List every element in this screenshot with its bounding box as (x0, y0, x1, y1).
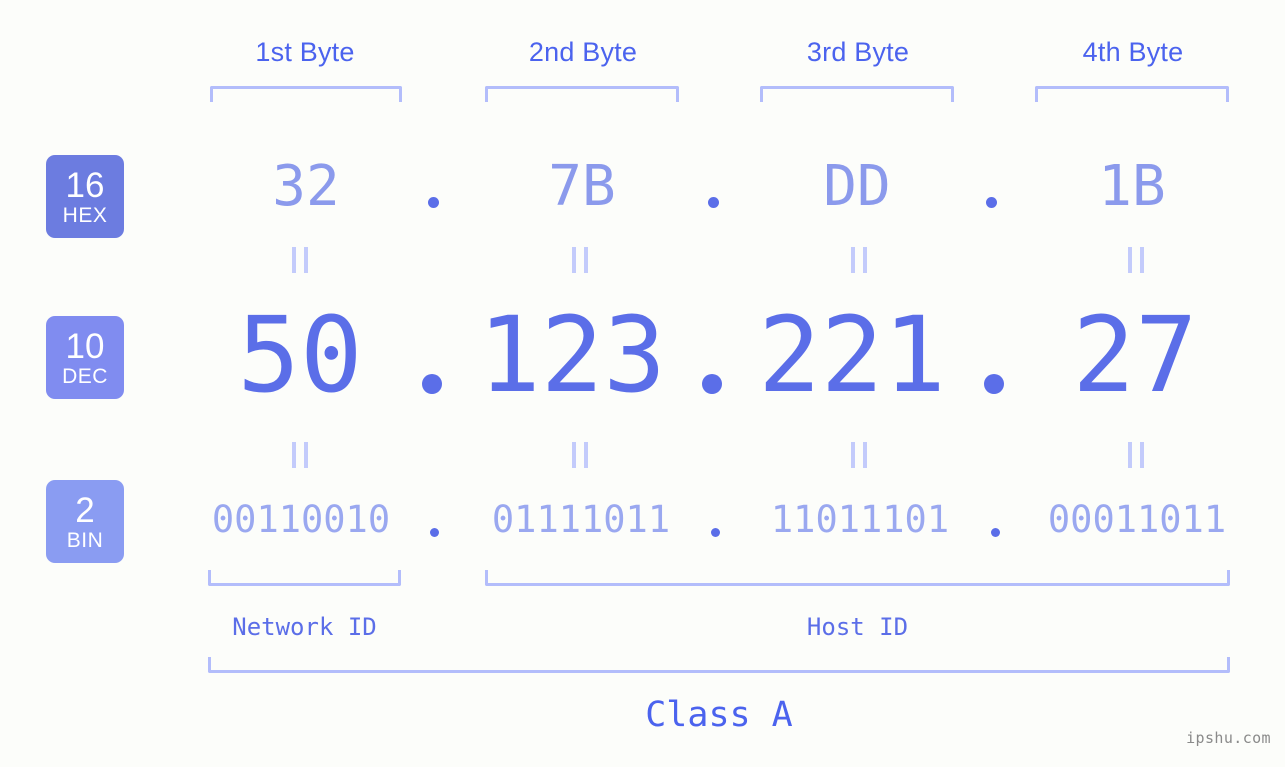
bin-byte-1: 00110010 (211, 498, 391, 541)
byte-header-1: 1st Byte (255, 37, 355, 67)
equals-marker-hex-dec-1 (292, 247, 308, 273)
base-badge-hex-label: HEX (62, 204, 108, 227)
byte-header-2: 2nd Byte (528, 37, 638, 67)
bin-dot-2 (711, 528, 720, 537)
bin-byte-2: 01111011 (491, 498, 671, 541)
equals-marker-dec-bin-2 (572, 442, 588, 468)
hex-dot-2 (708, 197, 719, 208)
hex-byte-1: 32 (272, 154, 340, 219)
dec-byte-3: 221 (758, 294, 946, 416)
dec-byte-1: 50 (237, 294, 363, 416)
host-id-label: Host ID (806, 613, 909, 641)
byte-bracket-4 (1035, 86, 1229, 102)
byte-bracket-2 (485, 86, 679, 102)
equals-marker-dec-bin-1 (292, 442, 308, 468)
byte-header-4: 4th Byte (1082, 37, 1184, 67)
bin-byte-3: 11011101 (770, 498, 950, 541)
dec-byte-2: 123 (478, 294, 666, 416)
equals-marker-hex-dec-2 (572, 247, 588, 273)
hex-byte-3: DD (823, 154, 891, 219)
byte-bracket-3 (760, 86, 954, 102)
equals-marker-hex-dec-4 (1128, 247, 1144, 273)
base-badge-dec-number: 10 (65, 327, 105, 366)
base-badge-hex: 16 HEX (46, 155, 124, 238)
byte-header-3: 3rd Byte (806, 37, 910, 67)
byte-bracket-1 (210, 86, 402, 102)
equals-marker-hex-dec-3 (851, 247, 867, 273)
ip-byte-diagram: 1st Byte 2nd Byte 3rd Byte 4th Byte 16 H… (0, 0, 1285, 767)
base-badge-dec: 10 DEC (46, 316, 124, 399)
bin-byte-4: 00011011 (1047, 498, 1227, 541)
site-watermark: ipshu.com (1186, 729, 1271, 747)
hex-dot-3 (986, 197, 997, 208)
dec-byte-4: 27 (1072, 294, 1198, 416)
base-badge-dec-label: DEC (62, 365, 108, 388)
base-badge-bin-number: 2 (75, 491, 95, 530)
base-badge-bin-label: BIN (66, 529, 104, 552)
base-badge-hex-number: 16 (65, 166, 105, 205)
network-id-label: Network ID (232, 613, 377, 641)
dec-dot-2 (702, 374, 722, 394)
class-bracket (208, 657, 1230, 673)
equals-marker-dec-bin-4 (1128, 442, 1144, 468)
equals-marker-dec-bin-3 (851, 442, 867, 468)
dec-dot-1 (422, 374, 442, 394)
host-id-bracket (485, 570, 1230, 586)
hex-byte-2: 7B (548, 154, 616, 219)
dec-dot-3 (984, 374, 1004, 394)
network-id-bracket (208, 570, 401, 586)
bin-dot-1 (430, 528, 439, 537)
hex-byte-4: 1B (1098, 154, 1166, 219)
bin-dot-3 (991, 528, 1000, 537)
hex-dot-1 (428, 197, 439, 208)
class-label: Class A (645, 695, 793, 735)
base-badge-bin: 2 BIN (46, 480, 124, 563)
